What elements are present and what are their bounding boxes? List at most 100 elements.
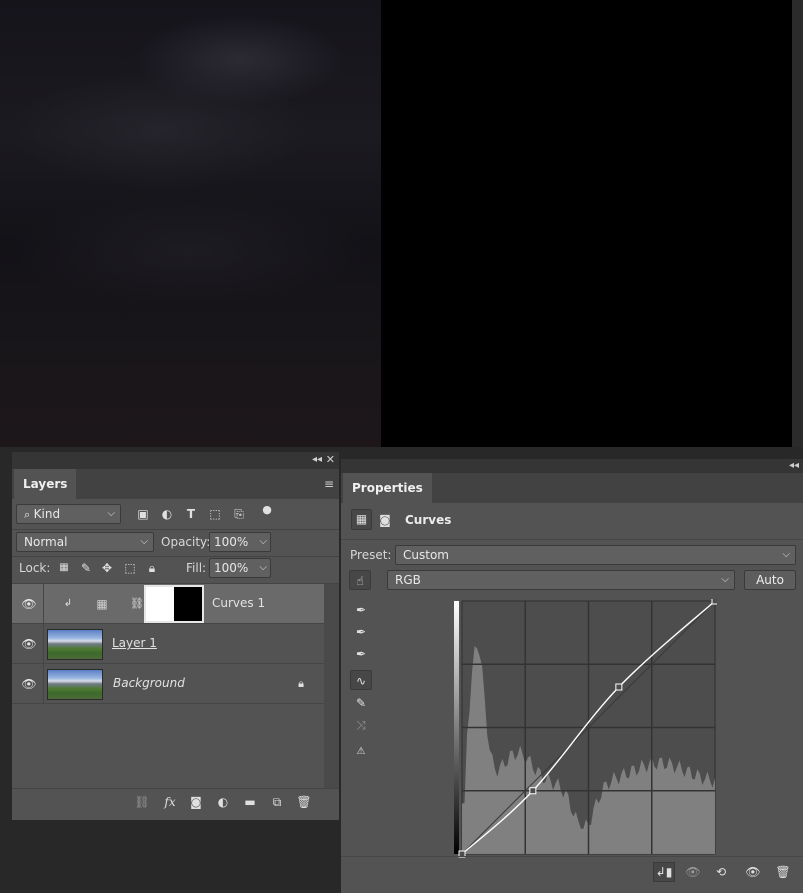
- divider: [341, 539, 803, 540]
- link-layers-icon[interactable]: ⛓︎: [134, 794, 150, 810]
- layer-mask-thumbnail[interactable]: [144, 585, 204, 623]
- preset-value: Custom: [403, 548, 449, 562]
- adjustment-title: Curves: [405, 513, 452, 527]
- close-icon[interactable]: ✕: [326, 453, 335, 466]
- add-mask-icon[interactable]: ◙: [188, 794, 204, 810]
- white-point-eyedropper-icon[interactable]: ✒︎: [350, 644, 372, 664]
- clipping-warning-icon[interactable]: ⚠: [350, 742, 372, 762]
- fill-field[interactable]: 100% ⌵: [209, 558, 271, 578]
- layer-row-layer1[interactable]: 👁︎ Layer 1: [12, 624, 324, 664]
- layers-panel: ◂◂ ✕ Layers ≡ ⌕ Kind ⌵ ▣ ◐ T ⬚ ⎘ ● Norma…: [12, 452, 339, 820]
- filter-kind-dropdown[interactable]: ⌕ Kind ⌵: [16, 504, 121, 524]
- curve-control-point[interactable]: [615, 683, 623, 691]
- type-filter-icon[interactable]: T: [183, 506, 199, 522]
- layers-panel-header: ◂◂ ✕: [12, 452, 339, 469]
- adjustment-layer-icon[interactable]: ◐: [215, 794, 231, 810]
- channel-value: RGB: [395, 573, 421, 587]
- smart-object-filter-icon[interactable]: ⎘: [231, 506, 247, 522]
- trash-icon[interactable]: 🗑︎: [296, 794, 312, 810]
- layer-row-curves[interactable]: 👁︎ ↲ ▦ ⛓︎ Curves 1: [12, 584, 324, 624]
- curves-adjustment-icon: ▦: [96, 597, 108, 611]
- divider: [43, 624, 44, 664]
- layers-scrollbar[interactable]: [324, 584, 339, 788]
- mask-white-area: [146, 587, 174, 621]
- chevron-down-icon[interactable]: ⌵: [259, 533, 267, 551]
- properties-tabbar: Properties: [341, 473, 803, 503]
- preset-label: Preset:: [350, 548, 392, 562]
- view-previous-state-icon[interactable]: 👁︎: [685, 864, 701, 880]
- chevron-down-icon: ⌵: [721, 574, 729, 585]
- canvas-scrollbar[interactable]: [792, 0, 803, 447]
- lock-transparent-icon[interactable]: ▦: [56, 560, 72, 576]
- blend-mode-value: Normal: [24, 535, 68, 549]
- layers-tabbar: Layers ≡: [12, 469, 339, 499]
- trash-icon[interactable]: 🗑︎: [775, 864, 791, 880]
- fx-icon[interactable]: fx: [162, 794, 178, 810]
- smooth-curve-icon[interactable]: ⤨: [350, 715, 372, 735]
- visibility-eye-icon[interactable]: 👁︎: [21, 676, 37, 692]
- blend-mode-dropdown[interactable]: Normal ⌵: [16, 532, 154, 552]
- curve-control-point[interactable]: [711, 599, 717, 605]
- clip-to-layer-icon[interactable]: ↲▮: [653, 862, 675, 882]
- filter-toggle-icon[interactable]: ●: [259, 502, 275, 518]
- preset-dropdown[interactable]: Custom ⌵: [395, 545, 796, 565]
- channel-dropdown[interactable]: RGB ⌵: [387, 570, 735, 590]
- lock-image-icon[interactable]: ✎: [78, 560, 94, 576]
- reset-icon[interactable]: ⟲: [713, 864, 729, 880]
- clipping-arrow-icon: ↲: [63, 598, 73, 609]
- curve-control-point[interactable]: [529, 787, 537, 795]
- new-layer-icon[interactable]: ⧉: [269, 794, 285, 810]
- properties-panel-header: ◂◂: [341, 459, 803, 473]
- pixel-filter-icon[interactable]: ▣: [135, 506, 151, 522]
- chevron-down-icon[interactable]: ⌵: [259, 559, 267, 577]
- visibility-eye-icon[interactable]: 👁︎: [21, 596, 37, 612]
- search-icon: ⌕: [24, 508, 34, 521]
- auto-button[interactable]: Auto: [744, 570, 796, 590]
- layer-row-background[interactable]: 👁︎ Background 🔒︎: [12, 664, 324, 704]
- pencil-draw-icon[interactable]: ✎: [350, 693, 372, 713]
- fill-value: 100%: [214, 561, 249, 575]
- opacity-field[interactable]: 100% ⌵: [209, 532, 271, 552]
- layer-thumbnail: [47, 669, 103, 700]
- layers-footer: ⛓︎ fx ◙ ◐ ▬ ⧉ 🗑︎: [12, 788, 339, 814]
- lock-position-icon[interactable]: ✥: [99, 560, 115, 576]
- lock-label: Lock:: [19, 561, 51, 575]
- chevron-down-icon: ⌵: [782, 549, 790, 560]
- lock-artboard-icon[interactable]: ⬚: [122, 560, 138, 576]
- black-point-eyedropper-icon[interactable]: ✒︎: [350, 600, 372, 620]
- mask-icon[interactable]: ◙: [377, 512, 393, 528]
- chevron-down-icon: ⌵: [140, 536, 148, 547]
- layer-name[interactable]: Layer 1: [112, 636, 157, 650]
- layer-thumbnail: [47, 629, 103, 660]
- divider: [43, 584, 44, 624]
- link-chain-icon[interactable]: ⛓︎: [129, 596, 145, 612]
- layer-name[interactable]: Curves 1: [212, 596, 265, 610]
- curves-adjustment-icon[interactable]: ▦: [351, 509, 372, 530]
- properties-panel: ◂◂ Properties ▦ ◙ Curves Preset: Custom …: [341, 459, 803, 893]
- document-canvas[interactable]: [0, 0, 803, 447]
- divider: [12, 556, 339, 557]
- chevron-down-icon: ⌵: [107, 508, 115, 519]
- tab-layers[interactable]: Layers: [14, 469, 77, 499]
- layer-name[interactable]: Background: [113, 676, 185, 690]
- shape-filter-icon[interactable]: ⬚: [207, 506, 223, 522]
- divider: [341, 856, 803, 857]
- panel-menu-icon[interactable]: ≡: [324, 477, 334, 491]
- gray-point-eyedropper-icon[interactable]: ✒︎: [350, 622, 372, 642]
- tab-properties[interactable]: Properties: [343, 473, 432, 503]
- adjustment-filter-icon[interactable]: ◐: [159, 506, 175, 522]
- lock-all-icon[interactable]: 🔒︎: [144, 560, 160, 576]
- curves-graph[interactable]: [454, 599, 717, 858]
- filter-kind-value: Kind: [33, 507, 61, 521]
- opacity-value: 100%: [214, 535, 249, 549]
- collapse-icon[interactable]: ◂◂: [789, 460, 799, 471]
- curve-edit-icon[interactable]: ∿: [350, 670, 372, 690]
- new-group-icon[interactable]: ▬: [242, 794, 258, 810]
- divider: [43, 664, 44, 704]
- output-gradient-bar: [454, 601, 459, 854]
- visibility-eye-icon[interactable]: 👁︎: [21, 636, 37, 652]
- visibility-eye-icon[interactable]: 👁︎: [745, 864, 761, 880]
- canvas-empty-area: [381, 0, 792, 447]
- targeted-adjustment-icon[interactable]: ☝︎: [349, 570, 371, 590]
- collapse-icon[interactable]: ◂◂: [312, 454, 322, 465]
